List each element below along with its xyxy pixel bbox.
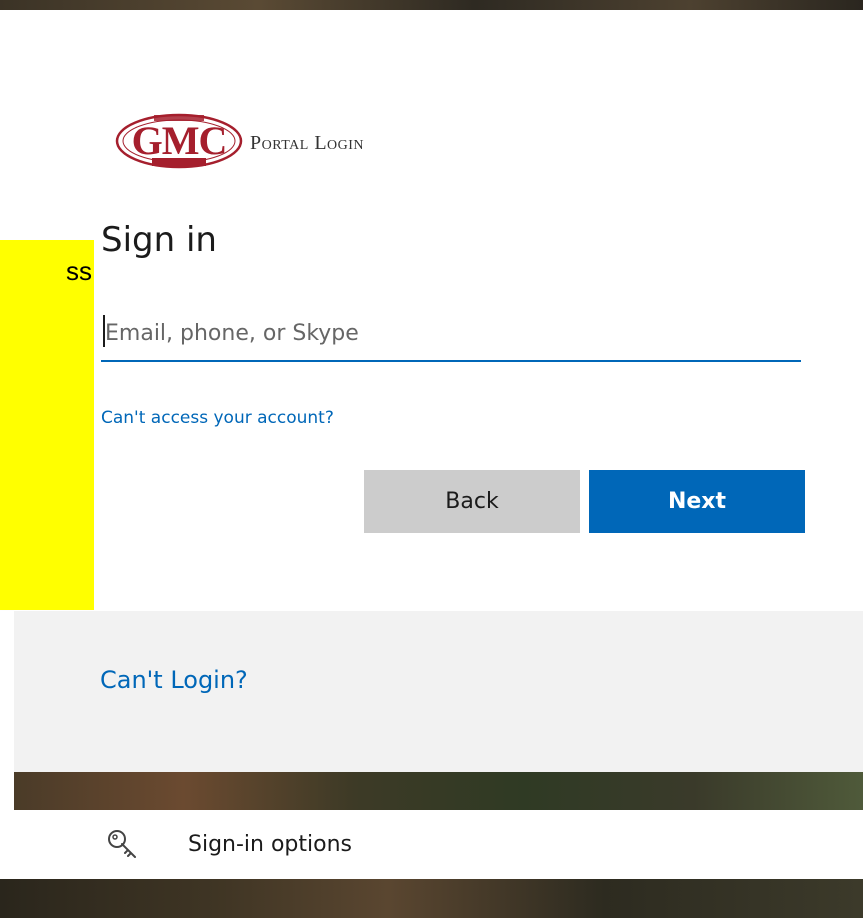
callout-text: ss bbox=[66, 256, 92, 286]
background-photo-middle bbox=[14, 772, 863, 810]
gmc-logo: GMC Portal Login bbox=[114, 112, 364, 170]
next-button[interactable]: Next bbox=[589, 470, 805, 533]
page-title: Sign in bbox=[101, 220, 217, 260]
logo-wordmark: GMC bbox=[131, 118, 228, 163]
highlight-callout: ss bbox=[0, 240, 94, 610]
email-field[interactable] bbox=[101, 306, 801, 362]
signin-card: GMC Portal Login Sign in Can't access yo… bbox=[14, 10, 863, 611]
footer-band: Can't Login? bbox=[14, 611, 863, 772]
cant-login-link[interactable]: Can't Login? bbox=[100, 666, 248, 694]
background-photo-top bbox=[0, 0, 863, 10]
back-button[interactable]: Back bbox=[364, 470, 580, 533]
cant-access-account-link[interactable]: Can't access your account? bbox=[101, 408, 334, 428]
signin-options-label: Sign-in options bbox=[188, 832, 353, 857]
key-icon bbox=[108, 829, 136, 858]
gmc-logo-mark: GMC bbox=[114, 112, 244, 170]
background-photo-bottom bbox=[0, 879, 863, 918]
text-caret bbox=[103, 315, 105, 347]
signin-options-button[interactable]: Sign-in options bbox=[14, 810, 863, 879]
logo-subtitle: Portal Login bbox=[250, 131, 365, 154]
